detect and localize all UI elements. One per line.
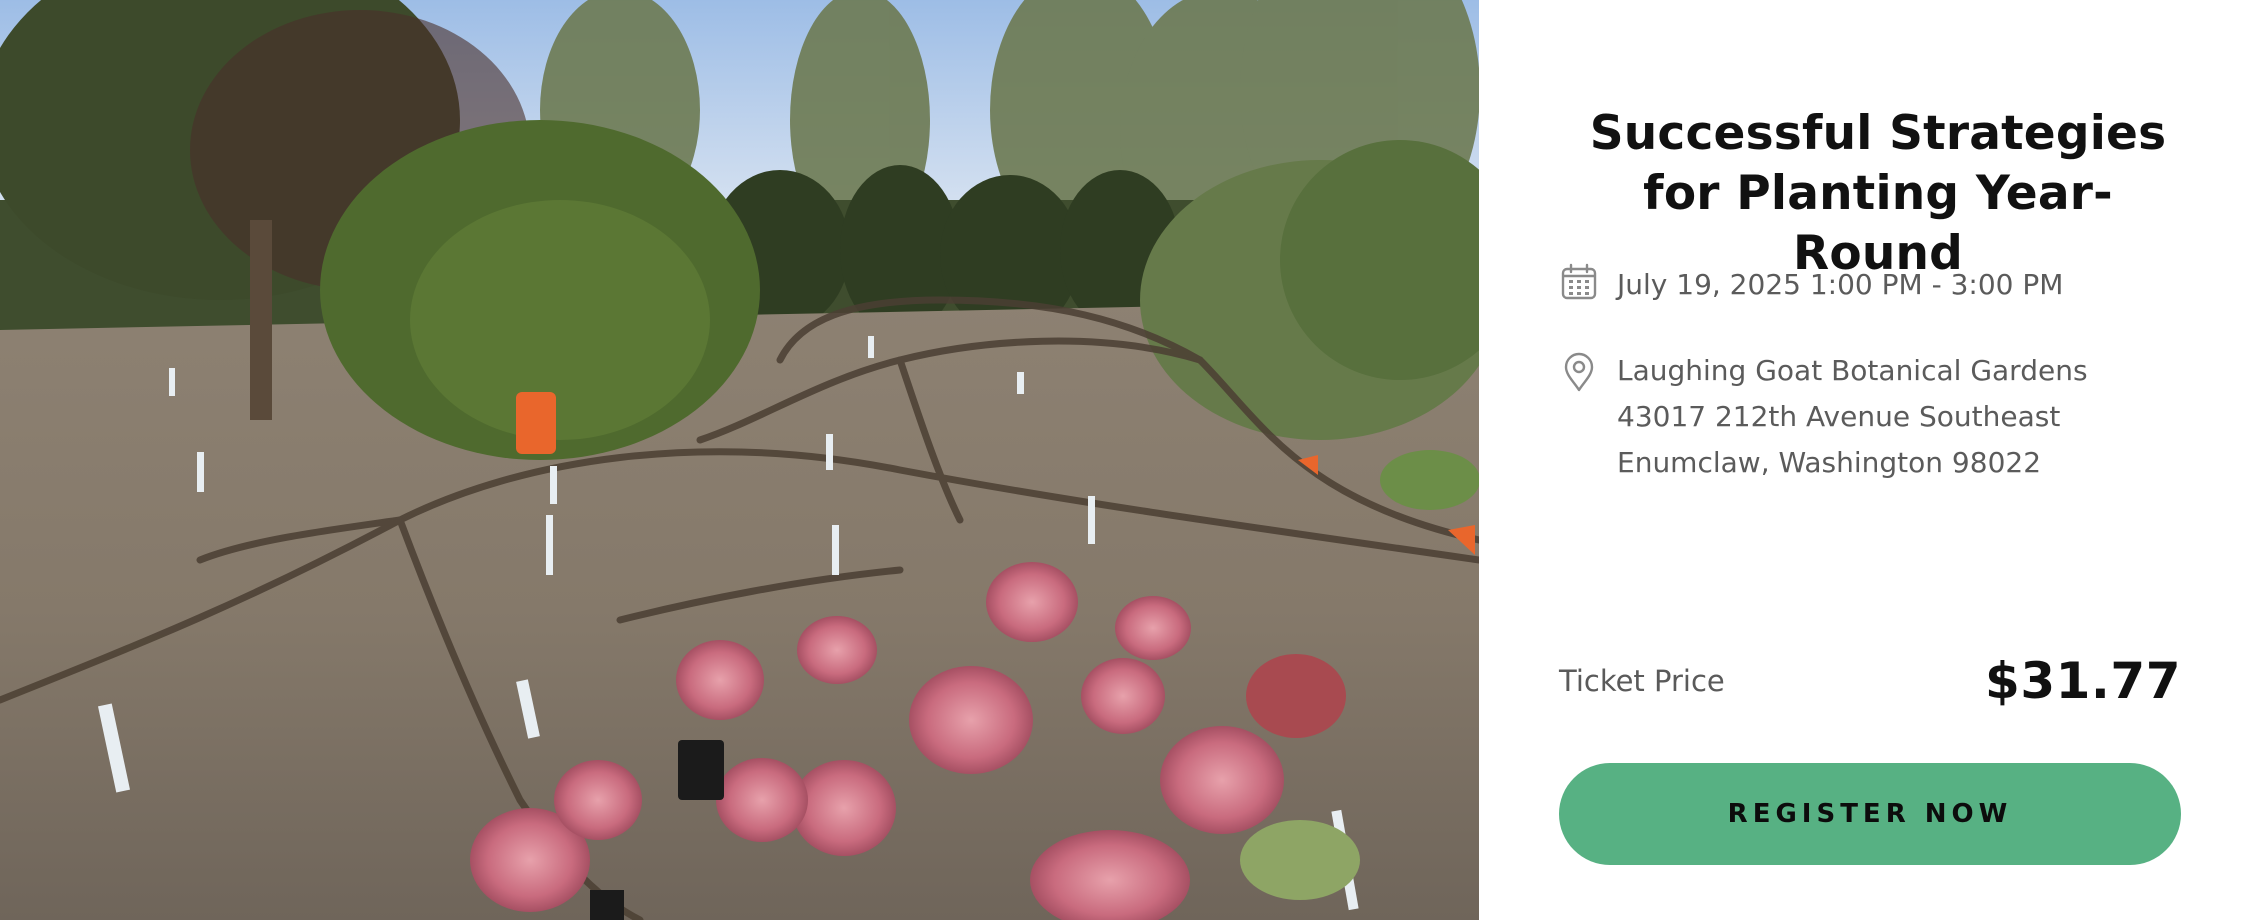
garden-bed-photo xyxy=(0,0,1479,920)
event-location-row: Laughing Goat Botanical Gardens 43017 21… xyxy=(1559,348,2088,486)
ticket-price-value: $31.77 xyxy=(1985,652,2181,710)
event-datetime: July 19, 2025 1:00 PM - 3:00 PM xyxy=(1617,268,2064,301)
calendar-icon xyxy=(1559,262,1599,302)
map-pin-icon xyxy=(1559,352,1599,392)
event-date-row: July 19, 2025 1:00 PM - 3:00 PM xyxy=(1559,262,2063,308)
event-photo xyxy=(0,0,1479,920)
register-now-button[interactable]: REGISTER NOW xyxy=(1559,763,2181,865)
street-address: 43017 212th Avenue Southeast xyxy=(1617,400,2061,433)
ticket-price-row: Ticket Price $31.77 xyxy=(1559,652,2181,710)
event-title: Successful Strategies for Planting Year-… xyxy=(1589,106,2167,281)
ticket-price-label: Ticket Price xyxy=(1559,664,1725,698)
event-address: Laughing Goat Botanical Gardens 43017 21… xyxy=(1617,348,2088,486)
event-card: Successful Strategies for Planting Year-… xyxy=(0,0,2252,920)
city-state-zip: Enumclaw, Washington 98022 xyxy=(1617,446,2042,479)
venue-name: Laughing Goat Botanical Gardens xyxy=(1617,354,2088,387)
event-details-panel: Successful Strategies for Planting Year-… xyxy=(1479,0,2252,920)
